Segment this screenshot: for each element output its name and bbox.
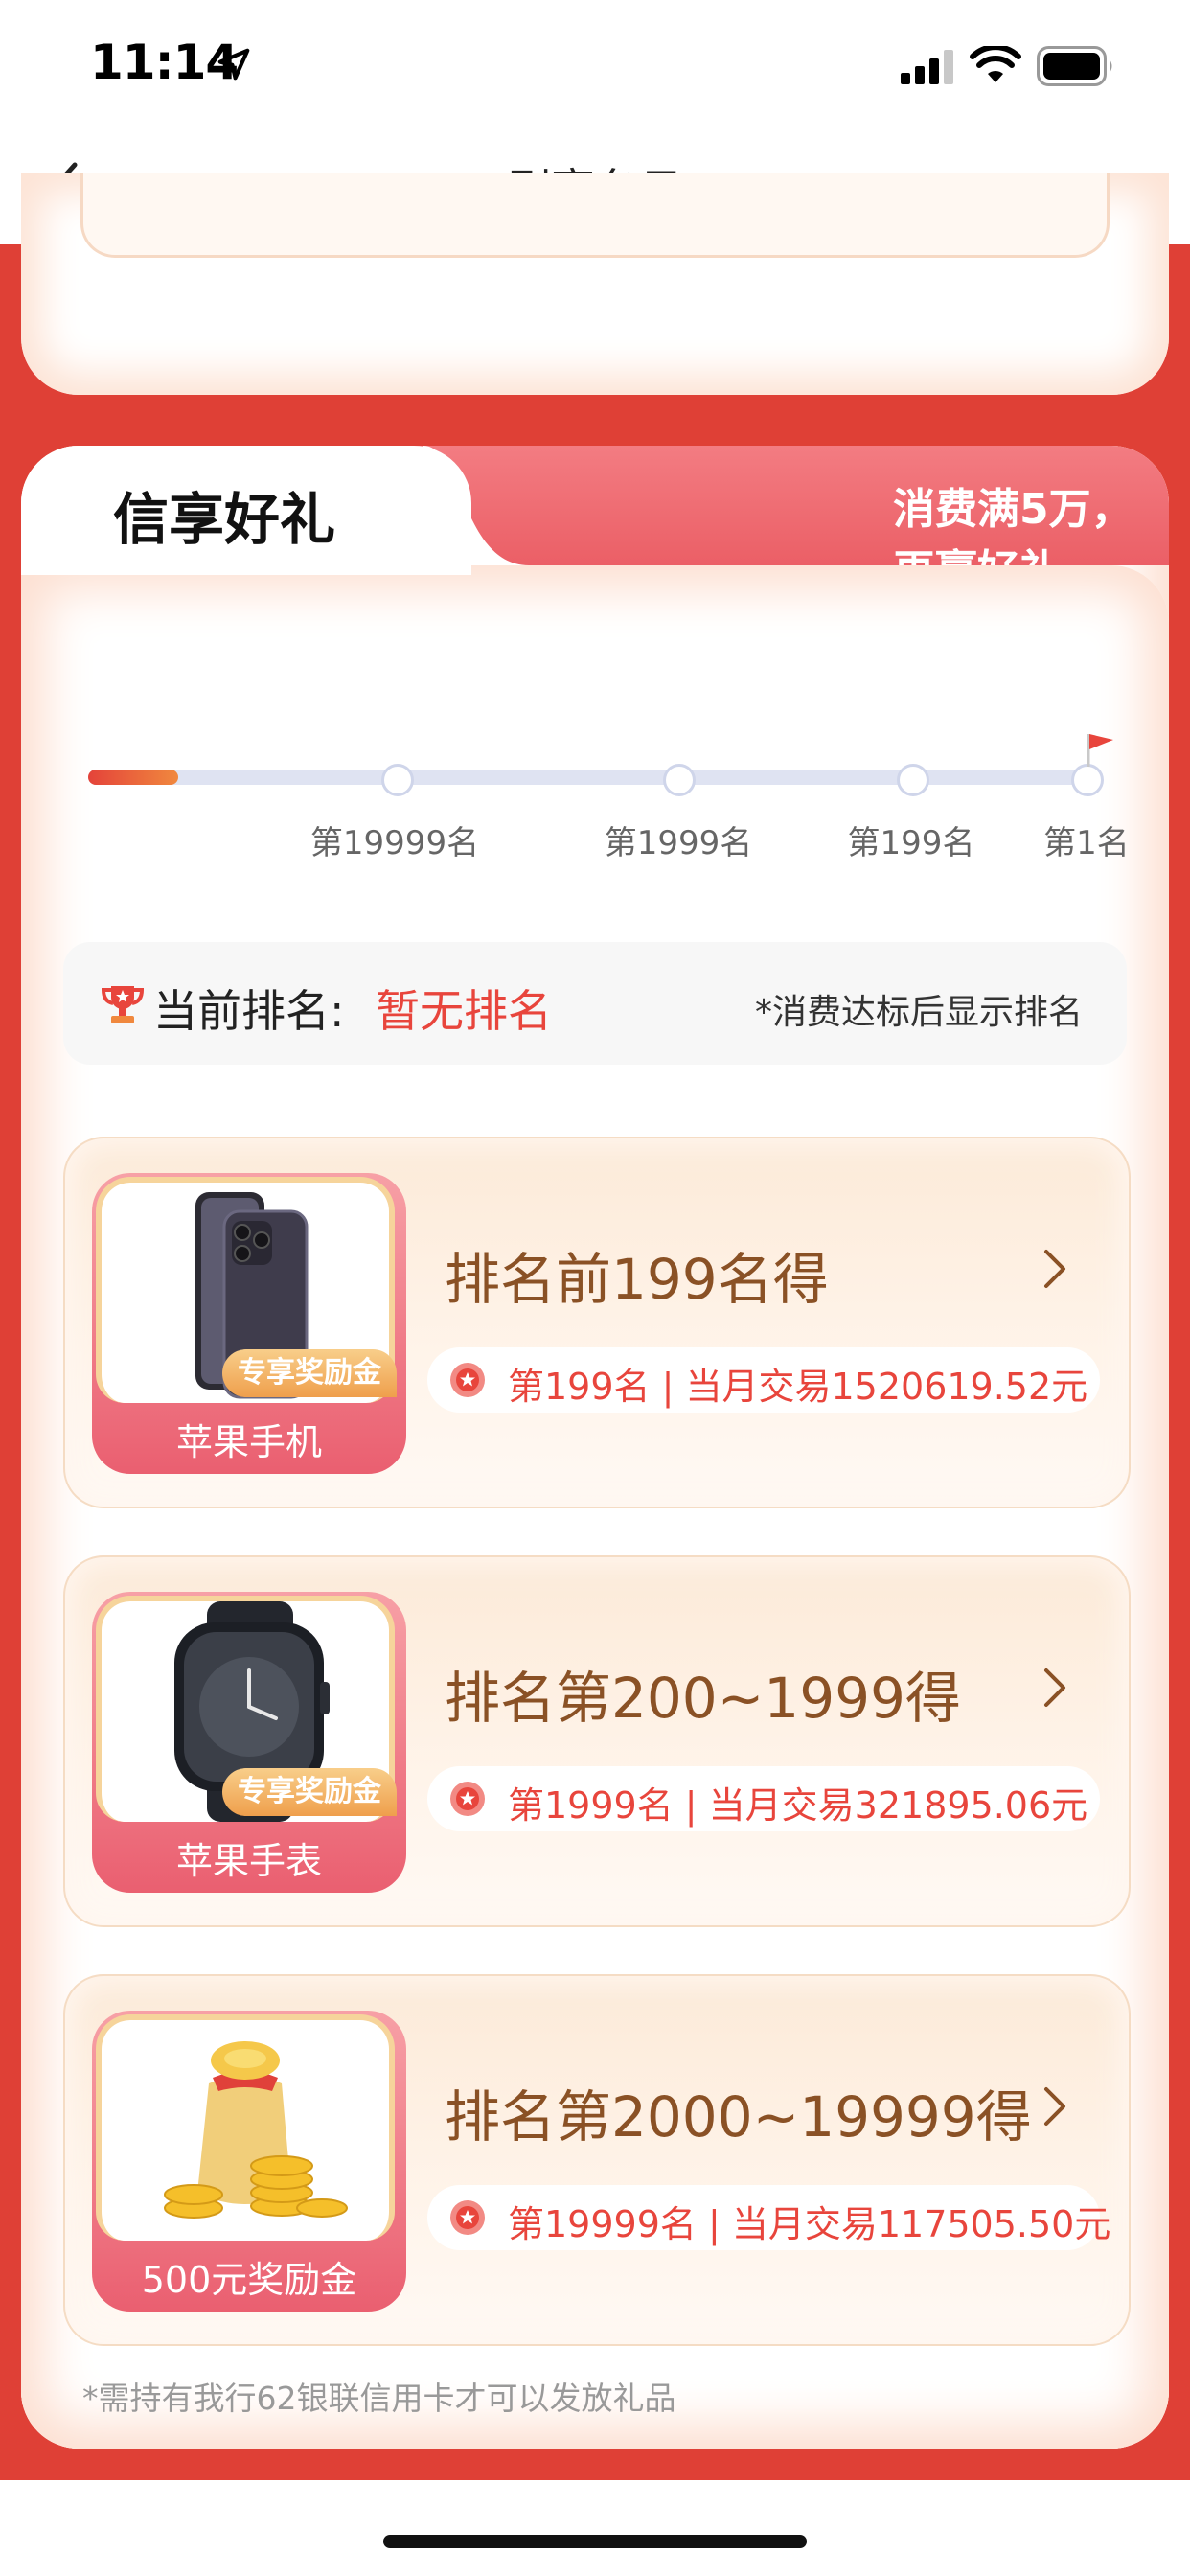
wifi-icon [970,46,1021,82]
milestone-label: 第1名 [1043,824,1130,862]
prize-card-iphone[interactable]: 专享奖励金 苹果手机 排名前199名得 第199名 | 当月交易1520619.… [63,1137,1131,1508]
home-area [0,2480,1190,2576]
prize-threshold-pill: 第19999名 | 当月交易117505.50元 [427,2185,1110,2250]
prize-image-frame: 专享奖励金 苹果手机 [92,1173,406,1474]
previous-section-card [21,172,1169,395]
milestone-label: 第199名 [847,824,975,862]
prize-image-frame: 专享奖励金 苹果手表 [92,1592,406,1893]
prize-threshold-pill: 第1999名 | 当月交易321895.06元 [427,1766,1100,1831]
rank-progress-fill [88,770,178,785]
location-arrow-icon [217,48,250,80]
current-rank-note: *消费达标后显示排名 [754,993,1083,1032]
flag-icon [1087,734,1113,767]
eligibility-footnote: *需持有我行62银联信用卡才可以发放礼品 [82,2380,676,2417]
prize-threshold-text: 第19999名 | 当月交易117505.50元 [508,2203,1111,2245]
prize-title: 排名第2000~19999得 [445,2084,1032,2150]
current-rank-label: 当前排名: [153,985,345,1037]
medal-icon [450,1363,485,1397]
home-indicator[interactable] [383,2535,807,2548]
money-bag-image [164,2041,348,2219]
prize-threshold-pill: 第199名 | 当月交易1520619.52元 [427,1347,1100,1413]
progress-node [897,764,929,796]
prize-title: 排名第200~1999得 [445,1666,961,1731]
medal-icon [450,1782,485,1816]
prize-image-label: 苹果手机 [175,1421,322,1463]
prize-badge: 专享奖励金 [222,1349,397,1397]
battery-icon [1037,46,1112,86]
prize-card-bonus[interactable]: 500元奖励金 排名第2000~19999得 第19999名 | 当月交易117… [63,1974,1131,2346]
tab-spend-bonus[interactable]: 消费满5万，再赢好礼 [412,446,1169,595]
trophy-icon [101,986,145,1024]
prize-title: 排名前199名得 [445,1247,829,1312]
progress-node [381,764,414,796]
previous-section-inner [80,172,1110,258]
prize-badge: 专享奖励金 [222,1768,397,1816]
rank-progress-track [88,770,1087,785]
prize-threshold-text: 第1999名 | 当月交易321895.06元 [508,1784,1088,1827]
tab-gifts[interactable]: 信享好礼 [21,446,471,575]
chevron-right-icon[interactable] [1041,1246,1069,1292]
cellular-signal-icon [901,50,953,84]
chevron-right-icon[interactable] [1041,1665,1069,1711]
tab-gifts-label: 信享好礼 [113,487,336,552]
progress-node [1071,764,1104,796]
milestone-label: 第1999名 [604,824,753,862]
prize-threshold-text: 第199名 | 当月交易1520619.52元 [508,1366,1088,1408]
current-rank-value: 暂无排名 [376,985,552,1037]
prize-image-frame: 500元奖励金 [92,2011,406,2312]
prize-card-apple-watch[interactable]: 专享奖励金 苹果手表 排名第200~1999得 第1999名 | 当月交易321… [63,1555,1131,1927]
status-bar: 11:14 [0,0,1190,134]
prize-image-label: 苹果手表 [175,1840,322,1882]
current-rank-box: 当前排名: 暂无排名 *消费达标后显示排名 [63,942,1127,1065]
chevron-right-icon[interactable] [1041,2083,1069,2129]
milestone-label: 第19999名 [309,824,480,862]
prize-image [96,2014,395,2241]
medal-icon [450,2200,485,2235]
progress-node [663,764,696,796]
prize-image-label: 500元奖励金 [141,2259,357,2301]
